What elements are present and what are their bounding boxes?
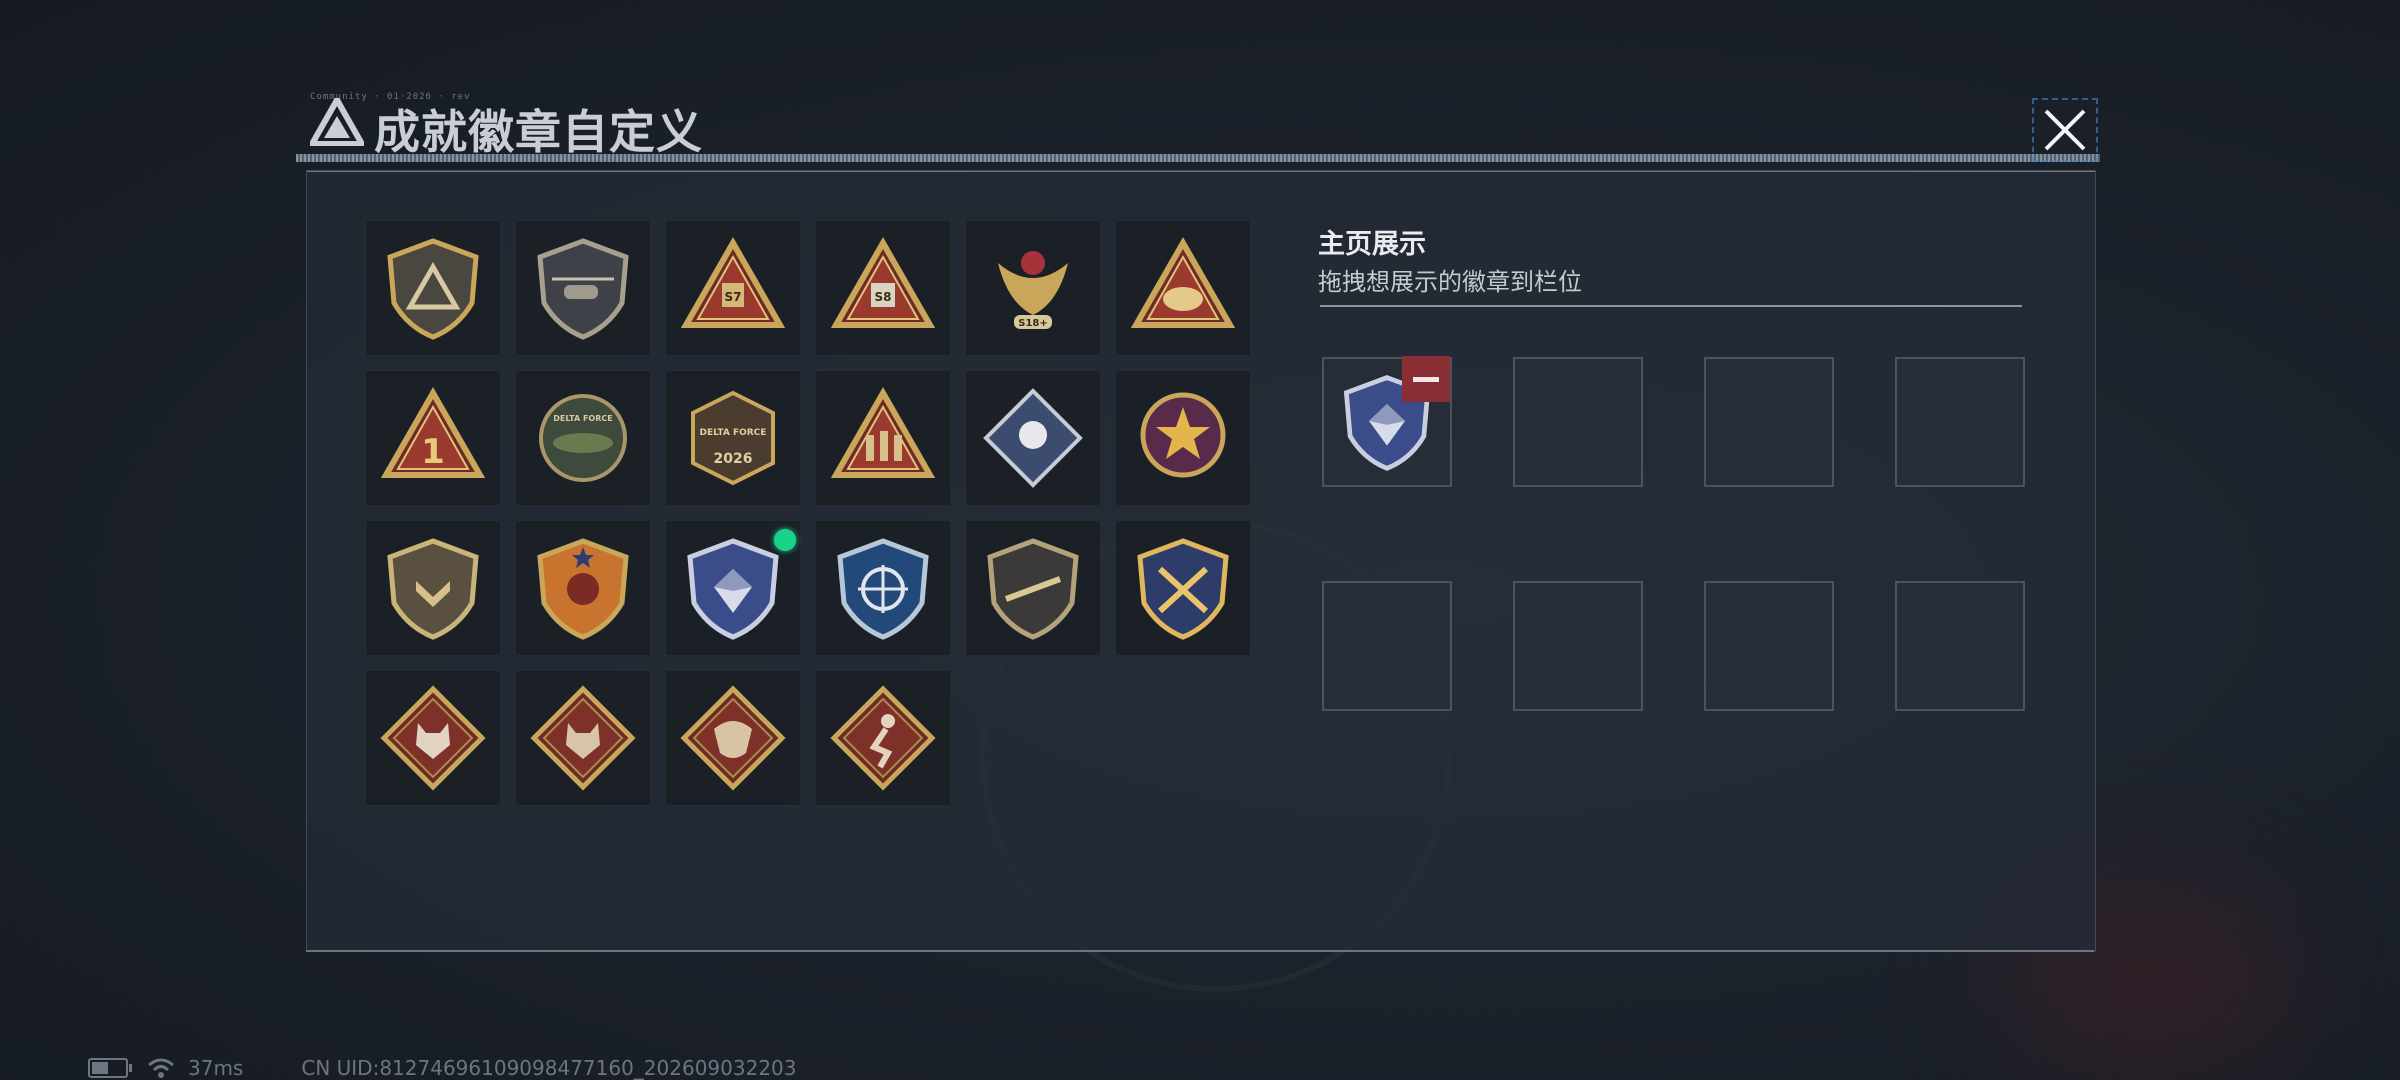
dragon-diamond-badge-icon (680, 685, 786, 791)
showcase-slot-8[interactable] (1895, 581, 2025, 711)
delta-force-2026-badge[interactable]: DELTA FORCE 2026 (665, 370, 801, 506)
rose-diamond-badge-icon (983, 388, 1083, 488)
star-medal-badge-icon (1140, 392, 1226, 478)
orange-star-shield-badge[interactable] (515, 520, 651, 656)
battery-icon (88, 1058, 132, 1078)
status-bar: 37ms CN UID:81274696109098477160_2026090… (88, 1054, 797, 1080)
equipped-indicator (774, 529, 796, 551)
soldiers-triangle-badge-icon (830, 386, 936, 478)
showcase-slot-6[interactable] (1513, 581, 1643, 711)
rifle-shield-badge-icon (987, 538, 1079, 640)
svg-text:S8: S8 (875, 290, 892, 304)
helmet-triangle-badge-icon (1130, 236, 1236, 328)
svg-text:DELTA FORCE: DELTA FORCE (553, 414, 612, 423)
close-button[interactable] (2032, 98, 2098, 162)
showcase-title: 主页展示 (1318, 229, 1426, 260)
star-medal-badge[interactable] (1115, 370, 1251, 506)
uid-text: CN UID:81274696109098477160_202609032203 (301, 1056, 797, 1080)
showcase-slot-7[interactable] (1704, 581, 1834, 711)
wolf-diamond-badge-1[interactable] (365, 670, 501, 806)
panel-bottom-border (306, 950, 2094, 952)
dragon-diamond-badge[interactable] (665, 670, 801, 806)
delta-shield-badge-icon (387, 238, 479, 340)
wolf-diamond-badge-2-icon (530, 685, 636, 791)
runner-diamond-badge-icon (830, 685, 936, 791)
sniper-crosshair-shield-badge-icon (837, 538, 929, 640)
svg-text:1: 1 (421, 432, 445, 472)
orange-star-shield-badge-icon (537, 538, 629, 640)
wolf-diamond-badge-1-icon (380, 685, 486, 791)
blue-diamond-shield-badge[interactable] (665, 520, 801, 656)
s8-triangle-badge-icon: S8 (830, 236, 936, 328)
s7-triangle-badge-icon: S7 (680, 236, 786, 328)
rifle-shield-badge[interactable] (965, 520, 1101, 656)
svg-text:S18+: S18+ (1018, 318, 1048, 329)
page-title: 成就徽章自定义 (374, 105, 703, 159)
rose-diamond-badge[interactable] (965, 370, 1101, 506)
wifi-icon (148, 1058, 174, 1078)
gold-crossed-blades-badge-icon (1137, 538, 1229, 640)
svg-text:S7: S7 (725, 290, 742, 304)
gold-chevron-shield-badge[interactable] (365, 520, 501, 656)
wolf-diamond-badge-2[interactable] (515, 670, 651, 806)
header-divider (296, 154, 2100, 162)
delta-force-crocodile-badge-icon: DELTA FORCE (539, 394, 627, 482)
delta-force-2026-badge-icon: DELTA FORCE 2026 (691, 390, 775, 486)
close-icon (2044, 109, 2086, 151)
runner-diamond-badge[interactable] (815, 670, 951, 806)
showcase-subtitle: 拖拽想展示的徽章到栏位 (1318, 268, 1582, 296)
ping-text: 37ms (188, 1056, 244, 1080)
remove-badge-button[interactable] (1402, 356, 1450, 402)
number-one-triangle-badge-icon: 1 (380, 386, 486, 478)
number-one-triangle-badge[interactable]: 1 (365, 370, 501, 506)
delta-logo-icon (310, 98, 364, 146)
showcase-slot-5[interactable] (1322, 581, 1452, 711)
showcase-slot-2[interactable] (1513, 357, 1643, 487)
eagle-s18-badge-icon: S18+ (998, 251, 1068, 329)
helicopter-shield-badge[interactable] (515, 220, 651, 356)
s8-triangle-badge[interactable]: S8 (815, 220, 951, 356)
sniper-crosshair-shield-badge[interactable] (815, 520, 951, 656)
svg-text:DELTA FORCE: DELTA FORCE (700, 428, 767, 438)
helicopter-shield-badge-icon (537, 238, 629, 340)
window-header: Community · 01·2026 · rev 成就徽章自定义 (296, 92, 2100, 164)
eagle-s18-badge[interactable]: S18+ (965, 220, 1101, 356)
blue-diamond-shield-badge-icon (687, 538, 779, 640)
gold-chevron-shield-badge-icon (387, 538, 479, 640)
delta-shield-badge[interactable] (365, 220, 501, 356)
minus-icon (1413, 376, 1439, 382)
gold-crossed-blades-badge[interactable] (1115, 520, 1251, 656)
showcase-slot-3[interactable] (1704, 357, 1834, 487)
delta-force-crocodile-badge[interactable]: DELTA FORCE (515, 370, 651, 506)
soldiers-triangle-badge[interactable] (815, 370, 951, 506)
showcase-divider (1320, 305, 2022, 307)
helmet-triangle-badge[interactable] (1115, 220, 1251, 356)
showcase-slot-4[interactable] (1895, 357, 2025, 487)
svg-text:2026: 2026 (714, 451, 753, 467)
s7-triangle-badge[interactable]: S7 (665, 220, 801, 356)
